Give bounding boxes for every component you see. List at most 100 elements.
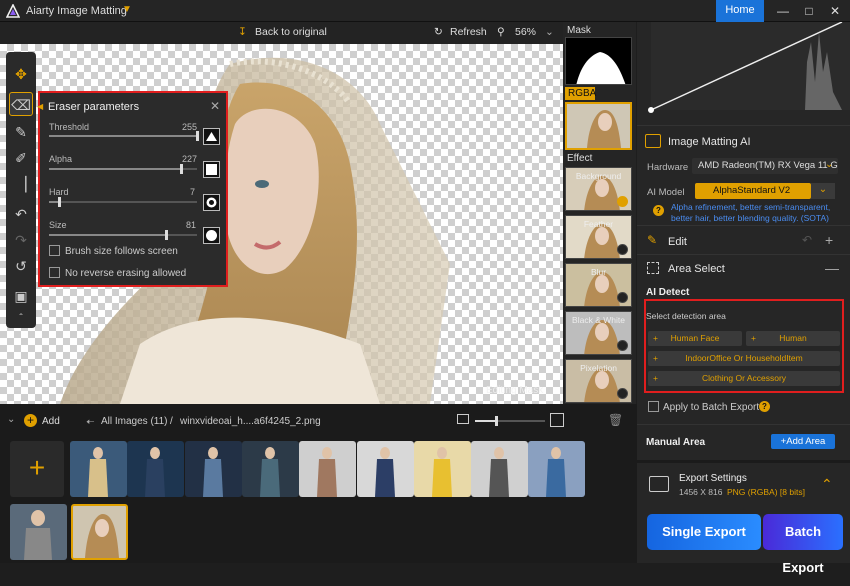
delete-icon[interactable]: 🗑: [608, 413, 623, 427]
all-images-link[interactable]: All Images (11): [101, 416, 168, 427]
tone-curve-graph[interactable]: [637, 22, 850, 126]
thumbnail-preview: [202, 447, 223, 497]
no-reverse-checkbox[interactable]: No reverse erasing allowed: [49, 267, 186, 279]
apply-batch-help-icon[interactable]: ?: [759, 401, 770, 412]
area-select-title: Area Select: [668, 263, 725, 275]
eraser-tool-icon[interactable]: ⌫: [9, 92, 33, 116]
edit-undo-icon[interactable]: ↶: [802, 233, 812, 247]
image-thumbnail[interactable]: [471, 441, 529, 497]
image-thumbnail[interactable]: [528, 441, 586, 497]
mask-view-icon[interactable]: ▣: [9, 284, 33, 308]
alpha-value: 227: [182, 154, 198, 164]
thumbnail-preview: [145, 447, 166, 497]
image-thumbnail[interactable]: [299, 441, 357, 497]
thumbnail-preview: [546, 447, 567, 497]
back-icon[interactable]: ↧: [238, 26, 247, 38]
image-thumbnail[interactable]: [70, 441, 127, 497]
thumbnail-preview: [88, 447, 108, 497]
threshold-slider[interactable]: [49, 131, 199, 141]
effect-thumbnail[interactable]: Feather: [565, 215, 632, 259]
image-thumbnail[interactable]: [10, 504, 67, 560]
hard-mode-icon[interactable]: [203, 194, 220, 211]
redo-icon[interactable]: ↷: [9, 228, 33, 252]
rgba-thumbnail[interactable]: [565, 102, 632, 150]
reset-icon[interactable]: ↺: [9, 254, 33, 278]
ai-model-select[interactable]: AlphaStandard V2: [695, 183, 811, 199]
panel-close-icon[interactable]: ✕: [210, 99, 220, 113]
maximize-icon[interactable]: □: [798, 2, 820, 20]
effect-thumbnail[interactable]: Background: [565, 167, 632, 211]
slider-thumb[interactable]: [196, 131, 199, 141]
effect-thumbnail[interactable]: Pixelation: [565, 359, 632, 403]
slider-thumb[interactable]: [164, 230, 168, 240]
image-thumbnail-selected[interactable]: [71, 504, 128, 560]
effect-thumbnail[interactable]: Blur: [565, 263, 632, 307]
image-thumbnail[interactable]: [127, 441, 185, 497]
image-thumbnail[interactable]: [184, 441, 242, 497]
close-icon[interactable]: ✕: [824, 2, 846, 20]
expand-up-icon[interactable]: ⌃: [821, 476, 833, 493]
add-area-button[interactable]: +Add Area: [771, 434, 835, 449]
edit-add-icon[interactable]: +: [825, 232, 833, 248]
effect-toggle-icon[interactable]: [617, 244, 628, 255]
select-detection-label: Select detection area: [646, 311, 726, 321]
image-view-icon[interactable]: [550, 413, 564, 427]
paint-tool-icon[interactable]: ✐: [9, 146, 33, 170]
back-arrow-icon[interactable]: 🠠: [86, 415, 95, 432]
single-export-button[interactable]: Single Export: [647, 514, 761, 550]
export-format: PNG (RGBA) [8 bits]: [727, 487, 805, 497]
effect-toggle-icon[interactable]: [617, 388, 628, 399]
mask-thumbnail[interactable]: [565, 37, 632, 85]
hard-slider[interactable]: [49, 197, 197, 207]
add-button[interactable]: Add: [42, 416, 60, 427]
hardware-select[interactable]: AMD Radeon(TM) RX Vega 11 G: [692, 158, 838, 174]
indoor-office-button[interactable]: + IndoorOffice Or HouseholdItem: [648, 351, 840, 366]
back-to-original-button[interactable]: Back to original: [255, 26, 327, 38]
roller-tool-icon[interactable]: ▕: [9, 172, 33, 196]
brush-follow-checkbox[interactable]: Brush size follows screen: [49, 245, 178, 257]
minimize-icon[interactable]: —: [772, 2, 794, 20]
ai-model-chevron-icon[interactable]: ⌄: [811, 183, 835, 199]
threshold-mode-icon[interactable]: [203, 128, 220, 145]
slider-thumb[interactable]: [58, 197, 62, 207]
human-button[interactable]: + Human: [746, 331, 840, 346]
help-icon[interactable]: ?: [653, 205, 664, 216]
zoom-icon[interactable]: ⚲: [497, 26, 505, 38]
effect-toggle-icon[interactable]: [617, 196, 628, 207]
collapse-up-icon[interactable]: ˆ: [9, 307, 33, 331]
image-thumbnail[interactable]: [356, 441, 414, 497]
human-face-button[interactable]: + Human Face: [648, 331, 742, 346]
effect-label: Effect: [567, 153, 593, 164]
effect-thumbnail[interactable]: Black & White: [565, 311, 632, 355]
brush-tool-icon[interactable]: ✎: [9, 120, 33, 144]
add-image-tile[interactable]: +: [10, 441, 64, 497]
size-slider[interactable]: [49, 230, 197, 240]
add-icon[interactable]: +: [24, 414, 37, 427]
undo-icon[interactable]: ↶: [9, 202, 33, 226]
app-menu-chevron-icon[interactable]: ▼: [122, 4, 132, 15]
effect-toggle-icon[interactable]: [617, 292, 628, 303]
title-bar: Aiarty Image Matting ▼ Home — □ ✕: [0, 0, 850, 22]
image-thumbnail[interactable]: [241, 441, 299, 497]
size-mode-icon[interactable]: [203, 227, 220, 244]
refresh-icon[interactable]: ↻: [434, 26, 443, 38]
zoom-dropdown-icon[interactable]: ⌄: [545, 26, 554, 38]
move-tool-icon[interactable]: ✥: [9, 62, 33, 86]
batch-export-button[interactable]: Batch Export: [763, 514, 843, 575]
indoor-office-label: IndoorOffice Or HouseholdItem: [685, 353, 803, 363]
image-thumbnail[interactable]: [413, 441, 471, 497]
refresh-button[interactable]: Refresh: [450, 26, 487, 38]
slider-thumb[interactable]: [179, 164, 183, 174]
alpha-slider[interactable]: [49, 164, 197, 174]
clothing-accessory-button[interactable]: + Clothing Or Accessory: [648, 371, 840, 386]
effect-label-text: Feather: [583, 219, 614, 229]
thumbnail-size-slider[interactable]: [475, 416, 545, 426]
collapse-icon[interactable]: —: [825, 260, 839, 276]
effect-toggle-icon[interactable]: [617, 340, 628, 351]
collapse-strip-icon[interactable]: ⌄: [7, 414, 15, 425]
mask-label: Mask: [567, 25, 591, 36]
home-button[interactable]: Home: [716, 0, 764, 22]
zoom-level[interactable]: 56%: [515, 26, 536, 38]
alpha-mode-icon[interactable]: [203, 161, 220, 178]
apply-batch-checkbox[interactable]: [648, 401, 659, 412]
